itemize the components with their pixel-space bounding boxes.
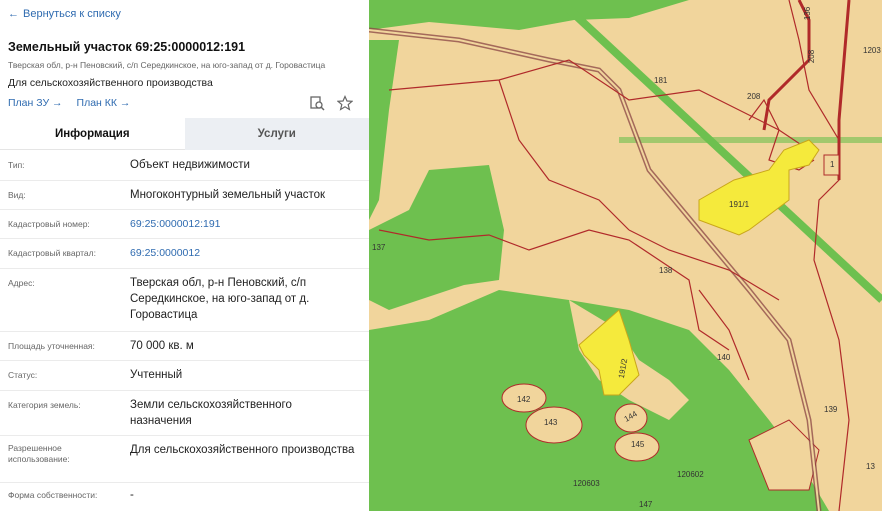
field-value: Земли сельскохозяйственного назначения (130, 399, 292, 427)
table-row: Категория земель: Земли сельскохозяйстве… (0, 390, 369, 436)
parcel-label: 136 (803, 6, 813, 21)
parcel-label: 208 (807, 49, 817, 64)
field-value: Для сельскохозяйственного производства (130, 444, 355, 456)
parcel-label: 143 (544, 418, 558, 427)
address-subtitle: Тверская обл, р-н Пеновский, с/п Середки… (8, 60, 326, 70)
cadastral-quarter-link[interactable]: 69:25:0000012 (130, 245, 355, 261)
table-row: Кадастровый квартал: 69:25:0000012 (0, 238, 369, 269)
star-icon[interactable] (337, 95, 353, 111)
search-document-icon[interactable] (309, 95, 325, 111)
parcel-label: 1 (830, 160, 835, 169)
plan-zu-link[interactable]: План ЗУ → (8, 97, 63, 109)
tab-information[interactable]: Информация (0, 118, 185, 150)
table-row: Разрешенное использование: Для сельскохо… (0, 435, 369, 483)
back-link-label: Вернуться к списку (23, 8, 121, 20)
parcel-label: 13 (866, 462, 875, 471)
tab-bar: Информация Услуги (0, 118, 369, 150)
table-row: Площадь уточненная: 70 000 кв. м (0, 331, 369, 361)
parcel-label: 191/1 (729, 200, 750, 209)
field-label: Адрес: (8, 278, 35, 288)
field-label: Площадь уточненная: (8, 341, 95, 351)
cadastral-map[interactable]: 136 208 1203 181 208 1 191/1 137 138 191… (369, 0, 882, 511)
field-label: Категория земель: (8, 400, 81, 410)
field-label: Тип: (8, 160, 25, 170)
field-label: Разрешенное использование: (8, 443, 70, 464)
field-label: Статус: (8, 370, 38, 380)
cadastral-number-link[interactable]: 69:25:0000012:191 (130, 216, 355, 232)
parcel-label: 147 (639, 500, 653, 509)
parcel-label: 120603 (573, 479, 600, 488)
plan-links: План ЗУ → План КК → (8, 97, 130, 109)
arrow-left-icon: ← (8, 8, 19, 20)
parcel-label: 138 (659, 266, 673, 275)
parcel-label: 208 (747, 92, 761, 101)
parcel-label: 145 (631, 440, 645, 449)
field-value: Учтенный (130, 369, 183, 381)
table-row: Адрес: Тверская обл, р-н Пеновский, с/п … (0, 268, 369, 332)
field-label: Форма собственности: (8, 490, 98, 500)
page-title: Земельный участок 69:25:0000012:191 (8, 40, 246, 54)
parcel-label: 120602 (677, 470, 704, 479)
parcel-label: 142 (517, 395, 531, 404)
field-value: Тверская обл, р-н Пеновский, с/п Середки… (130, 277, 310, 321)
toolbar (309, 95, 353, 111)
table-row: Форма собственности: - (0, 482, 369, 511)
parcel-label: 140 (717, 353, 731, 362)
parcel-label: 181 (654, 76, 668, 85)
info-panel: ← Вернуться к списку Земельный участок 6… (0, 0, 369, 511)
tab-services[interactable]: Услуги (184, 118, 369, 150)
back-link[interactable]: ← Вернуться к списку (8, 8, 121, 20)
table-row: Вид: Многоконтурный земельный участок (0, 180, 369, 210)
table-row: Тип: Объект недвижимости (0, 150, 369, 181)
parcel-label: 137 (372, 243, 386, 252)
field-label: Кадастровый номер: (8, 219, 90, 229)
map-canvas[interactable] (369, 0, 882, 511)
purpose-text: Для сельскохозяйственного производства (8, 77, 213, 89)
parcel-label: 139 (824, 405, 838, 414)
field-label: Вид: (8, 190, 26, 200)
field-value: 70 000 кв. м (130, 340, 194, 352)
table-row: Кадастровый номер: 69:25:0000012:191 (0, 209, 369, 239)
parcel-label: 1203 (863, 46, 881, 55)
field-value: Многоконтурный земельный участок (130, 189, 326, 201)
field-value: Объект недвижимости (130, 159, 250, 171)
table-row: Статус: Учтенный (0, 360, 369, 391)
plan-kk-link[interactable]: План КК → (77, 97, 131, 109)
field-label: Кадастровый квартал: (8, 248, 96, 258)
field-value: - (130, 489, 134, 501)
